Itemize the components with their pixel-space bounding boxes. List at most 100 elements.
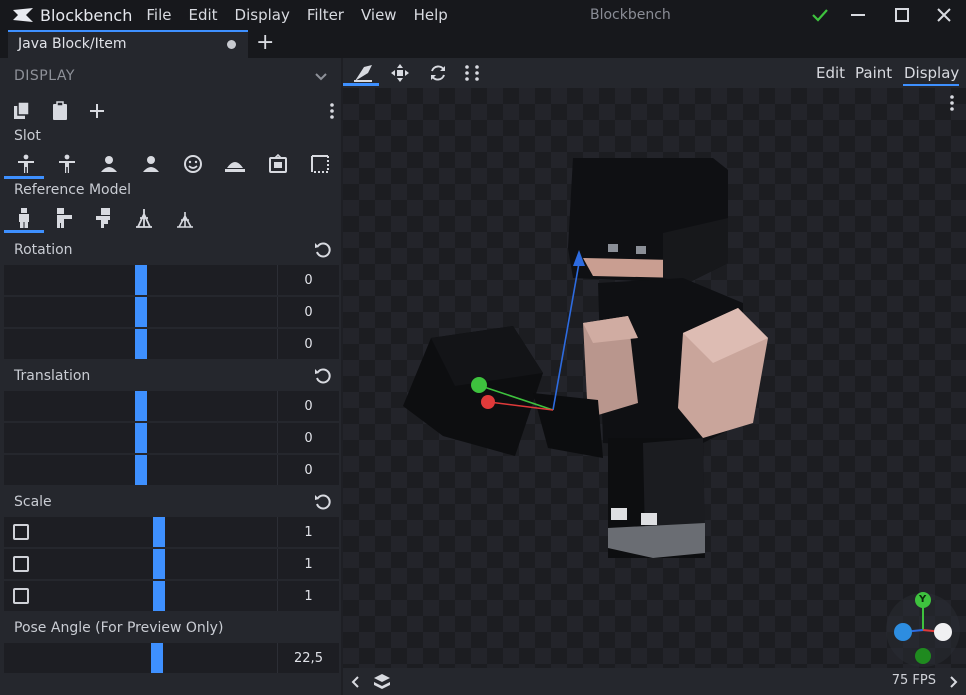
viewport[interactable]: Edit Paint Display Y 75 FPS (343, 58, 966, 695)
slider-handle[interactable] (135, 265, 147, 295)
scale-z-value[interactable]: 1 (277, 581, 339, 611)
rotation-z-slider[interactable]: 0 (4, 329, 339, 359)
check-icon[interactable] (809, 4, 831, 26)
player-icon[interactable] (12, 207, 36, 229)
display-panel: DISPLAY Slot Reference Model Rotation 0 … (0, 58, 341, 695)
grid-toggle-icon[interactable] (371, 671, 393, 693)
mode-selected-indicator (903, 84, 959, 86)
viewport-canvas[interactable]: Y (343, 88, 966, 668)
rotate-tool-icon[interactable] (426, 62, 450, 84)
slot-label: Slot (14, 128, 41, 144)
pose-angle-slider[interactable]: 22,5 (4, 643, 339, 673)
rotation-y-slider[interactable]: 0 (4, 297, 339, 327)
tab-bar: Java Block/Item + (0, 30, 966, 58)
chevron-left-icon[interactable] (347, 672, 363, 692)
unsaved-dot-icon[interactable] (227, 40, 236, 49)
close-icon[interactable] (933, 4, 955, 26)
more-tools-icon[interactable] (458, 62, 488, 84)
menu-edit[interactable]: Edit (188, 6, 217, 24)
translation-y-value[interactable]: 0 (277, 423, 339, 453)
mode-display[interactable]: Display (904, 64, 959, 82)
mirror-y-checkbox[interactable] (13, 556, 29, 572)
translation-y-slider[interactable]: 0 (4, 423, 339, 453)
slider-handle[interactable] (135, 455, 147, 485)
app-name: Blockbench (40, 5, 133, 25)
tab-java-block-item[interactable]: Java Block/Item (8, 30, 248, 58)
menu-help[interactable]: Help (414, 6, 448, 24)
armor-stand-icon[interactable] (91, 207, 115, 229)
rotation-x-slider[interactable]: 0 (4, 265, 339, 295)
mirror-x-checkbox[interactable] (13, 524, 29, 540)
scale-y-slider[interactable]: 1 (4, 549, 339, 579)
mirror-z-checkbox[interactable] (13, 588, 29, 604)
viewport-toolbar: Edit Paint Display (343, 58, 966, 88)
reset-rotation-icon[interactable] (312, 239, 334, 261)
rotation-label: Rotation (14, 242, 73, 258)
rotation-z-value[interactable]: 0 (277, 329, 339, 359)
thirdperson-lefthand-icon[interactable] (55, 153, 79, 175)
pose-angle-label: Pose Angle (For Preview Only) (14, 620, 224, 636)
minimize-icon[interactable] (847, 4, 869, 26)
player-model[interactable] (383, 138, 803, 558)
title-bar: Blockbench File Edit Display Filter View… (0, 0, 966, 30)
ground-icon[interactable] (223, 153, 247, 175)
scale-label: Scale (14, 494, 52, 510)
tool-selected-indicator (343, 83, 379, 86)
pose-angle-value[interactable]: 22,5 (277, 643, 339, 673)
menu-filter[interactable]: Filter (307, 6, 344, 24)
reset-translation-icon[interactable] (312, 365, 334, 387)
scale-x-value[interactable]: 1 (277, 517, 339, 547)
rotation-y-value[interactable]: 0 (277, 297, 339, 327)
item-frame-icon[interactable] (266, 153, 290, 175)
slider-handle[interactable] (153, 581, 165, 611)
transform-tool-icon[interactable] (351, 62, 375, 84)
slot-selected-indicator (4, 176, 44, 179)
firstperson-lefthand-icon[interactable] (139, 153, 163, 175)
paste-icon[interactable] (49, 100, 71, 122)
small-armor-stand-icon[interactable] (173, 207, 197, 229)
app-logo[interactable]: Blockbench (12, 6, 132, 25)
thirdperson-righthand-icon[interactable] (14, 153, 38, 175)
slider-handle[interactable] (135, 391, 147, 421)
scale-x-slider[interactable]: 1 (4, 517, 339, 547)
menu-file[interactable]: File (146, 6, 171, 24)
reset-scale-icon[interactable] (312, 491, 334, 513)
translation-x-slider[interactable]: 0 (4, 391, 339, 421)
rotation-x-value[interactable]: 0 (277, 265, 339, 295)
slider-handle[interactable] (153, 549, 165, 579)
more-options-icon[interactable] (326, 100, 338, 122)
move-tool-icon[interactable] (388, 62, 412, 84)
mode-edit[interactable]: Edit (816, 64, 845, 82)
slider-handle[interactable] (151, 643, 163, 673)
copy-icon[interactable] (11, 100, 33, 122)
viewport-options-icon[interactable] (946, 94, 958, 112)
blockbench-logo-icon (13, 8, 33, 22)
menu-view[interactable]: View (361, 6, 397, 24)
gui-icon[interactable] (308, 153, 332, 175)
translation-z-slider[interactable]: 0 (4, 455, 339, 485)
mode-paint[interactable]: Paint (855, 64, 892, 82)
menu-display[interactable]: Display (235, 6, 290, 24)
slider-handle[interactable] (135, 297, 147, 327)
translation-x-value[interactable]: 0 (277, 391, 339, 421)
baby-zombie-icon[interactable] (132, 207, 156, 229)
zombie-icon[interactable] (51, 207, 75, 229)
chevron-down-icon[interactable] (312, 68, 330, 86)
scale-z-slider[interactable]: 1 (4, 581, 339, 611)
fps-counter: 75 FPS (891, 673, 936, 688)
translation-z-value[interactable]: 0 (277, 455, 339, 485)
window-title: Blockbench (590, 7, 671, 23)
translation-label: Translation (14, 368, 91, 384)
firstperson-righthand-icon[interactable] (97, 153, 121, 175)
chevron-right-icon[interactable] (946, 672, 962, 692)
slider-handle[interactable] (153, 517, 165, 547)
new-tab-button[interactable]: + (256, 31, 274, 55)
slider-handle[interactable] (135, 423, 147, 453)
add-preset-icon[interactable] (86, 100, 108, 122)
gizmo-y-label: Y (919, 594, 927, 605)
maximize-icon[interactable] (891, 4, 913, 26)
slider-handle[interactable] (135, 329, 147, 359)
panel-title: DISPLAY (14, 68, 75, 84)
scale-y-value[interactable]: 1 (277, 549, 339, 579)
head-icon[interactable] (181, 153, 205, 175)
